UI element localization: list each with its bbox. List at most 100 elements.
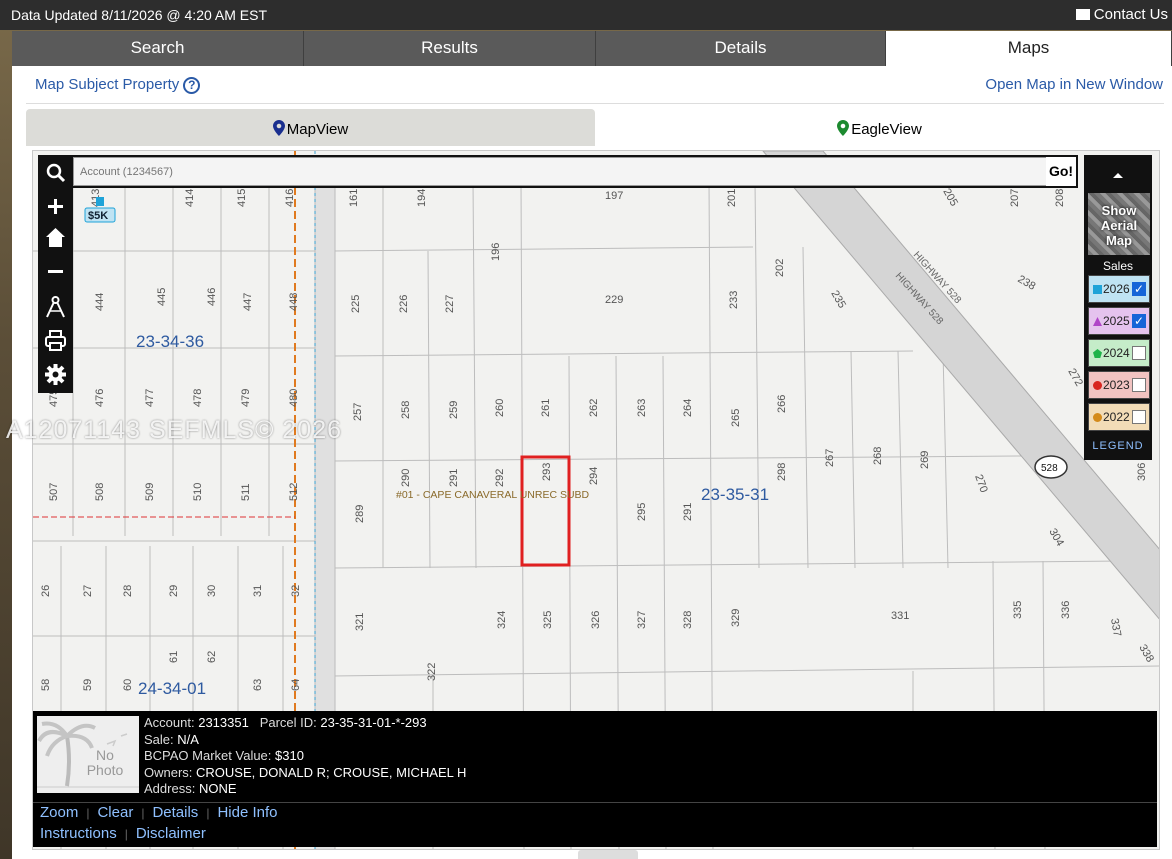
lot-number: 261	[540, 399, 552, 417]
lot-number: 480	[288, 389, 300, 407]
lot-number: 225	[350, 295, 362, 313]
hide-info-link[interactable]: Hide Info	[217, 804, 277, 821]
sales-year-checkbox[interactable]	[1132, 410, 1146, 424]
envelope-icon	[1075, 9, 1090, 20]
tab-results[interactable]: Results	[304, 31, 596, 66]
route-shield: 528	[1034, 455, 1068, 479]
lot-number: 477	[144, 389, 156, 407]
route-shield-label: 528	[1041, 463, 1058, 474]
sales-year-label: 2026	[1103, 282, 1130, 296]
parcel-id-value: 23-35-31-01-*-293	[320, 715, 427, 730]
market-value-label: BCPAO Market Value:	[144, 748, 272, 763]
help-icon[interactable]: ?	[183, 77, 201, 94]
sales-year-checkbox[interactable]	[1132, 378, 1146, 392]
legend-link[interactable]: LEGEND	[1084, 440, 1152, 452]
lot-number: 267	[824, 449, 836, 467]
lot-number: 448	[288, 293, 300, 311]
lot-number: 268	[872, 447, 884, 465]
map-toolbar	[38, 155, 73, 393]
sales-year-2023[interactable]: 2023	[1088, 371, 1150, 399]
tab-details[interactable]: Details	[596, 31, 886, 66]
lot-number: 202	[774, 259, 786, 277]
sales-year-2026[interactable]: 2026 ✓	[1088, 275, 1150, 303]
sales-year-2025[interactable]: 2025 ✓	[1088, 307, 1150, 335]
lot-number: 258	[400, 401, 412, 419]
contact-us-link[interactable]: Contact Us	[1075, 6, 1168, 23]
lot-number: 444	[94, 293, 106, 311]
map-subject-property-link[interactable]: Map Subject Property	[35, 76, 179, 93]
instructions-link[interactable]: Instructions	[40, 825, 117, 842]
tab-search[interactable]: Search	[12, 31, 304, 66]
lot-number: 265	[730, 409, 742, 427]
lot-number: 446	[206, 288, 218, 306]
lot-number: 445	[156, 288, 168, 306]
home-icon[interactable]	[42, 224, 69, 251]
tab-maps[interactable]: Maps	[886, 31, 1172, 66]
address-value: NONE	[198, 781, 237, 796]
print-icon[interactable]	[42, 327, 69, 354]
sales-year-2022[interactable]: 2022	[1088, 403, 1150, 431]
lot-number: 321	[354, 613, 366, 631]
lot-number: 510	[192, 483, 204, 501]
lot-number: 263	[636, 399, 648, 417]
zoom-in-icon[interactable]	[42, 193, 69, 220]
lot-number: 291	[448, 469, 460, 487]
map-pin-icon	[837, 120, 850, 136]
lot-number: 324	[496, 611, 508, 629]
lot-number: 29	[168, 585, 180, 597]
go-button[interactable]: Go!	[1046, 157, 1076, 186]
details-link[interactable]: Details	[152, 804, 198, 821]
lot-number: 331	[891, 610, 909, 622]
sales-year-label: 2022	[1103, 410, 1130, 424]
zoom-out-icon[interactable]	[42, 258, 69, 285]
measure-icon[interactable]	[42, 293, 69, 320]
sales-year-label: 2024	[1103, 346, 1130, 360]
lot-number: 289	[354, 505, 366, 523]
search-icon[interactable]	[42, 159, 69, 186]
show-aerial-map-button[interactable]: Show Aerial Map	[1088, 193, 1150, 255]
sales-year-checkbox[interactable]: ✓	[1132, 314, 1146, 328]
lot-number: 328	[682, 611, 694, 629]
address-label: Address:	[144, 781, 196, 796]
lot-number: 512	[288, 483, 300, 501]
lot-number: 201	[726, 189, 738, 207]
eagleview-label: EagleView	[851, 121, 922, 138]
lot-number: 257	[352, 403, 364, 421]
account-search-input[interactable]	[73, 157, 1047, 186]
resize-handle[interactable]	[578, 850, 638, 859]
lot-number: 508	[94, 483, 106, 501]
sales-year-2024[interactable]: 2024	[1088, 339, 1150, 367]
zoom-link[interactable]: Zoom	[40, 804, 78, 821]
lot-number: 205	[940, 187, 960, 209]
lot-number: 304	[1046, 527, 1066, 549]
sales-year-checkbox[interactable]: ✓	[1132, 282, 1146, 296]
sales-label: Sales	[1102, 259, 1134, 273]
lot-number: 479	[240, 389, 252, 407]
lot-number: 62	[206, 651, 218, 663]
chevron-up-icon[interactable]	[1108, 165, 1128, 185]
lot-number: 259	[448, 401, 460, 419]
lot-number: 229	[605, 294, 623, 306]
lot-number: 338	[1136, 643, 1156, 665]
clear-link[interactable]: Clear	[97, 804, 133, 821]
sales-year-checkbox[interactable]	[1132, 346, 1146, 360]
owners-label: Owners:	[144, 764, 193, 780]
lot-number: 233	[728, 291, 740, 309]
map-pin-icon	[272, 120, 285, 136]
lot-number: 32	[290, 585, 302, 597]
map-search-bar: Go!	[73, 155, 1078, 188]
parcel-id-label: Parcel ID:	[259, 715, 317, 730]
gear-icon[interactable]	[42, 361, 69, 388]
tab-mapview[interactable]: MapView	[26, 109, 595, 146]
contact-us-label: Contact Us	[1093, 6, 1168, 23]
lot-number: 337	[1108, 617, 1123, 637]
disclaimer-link[interactable]: Disclaimer	[136, 825, 206, 842]
divider	[33, 802, 1157, 803]
subdivision-label: #01 - CAPE CANAVERAL UNREC SUBD	[396, 489, 590, 501]
lot-number: 61	[168, 651, 180, 663]
parcel-info-panel: No Photo Account: 2313351 Parcel ID: 23-…	[33, 711, 1157, 847]
info-help-links: Instructions | Disclaimer	[40, 825, 206, 842]
tab-eagleview[interactable]: EagleView	[595, 109, 1164, 146]
market-value: $310	[275, 748, 304, 763]
open-map-new-window-link[interactable]: Open Map in New Window	[985, 76, 1163, 93]
